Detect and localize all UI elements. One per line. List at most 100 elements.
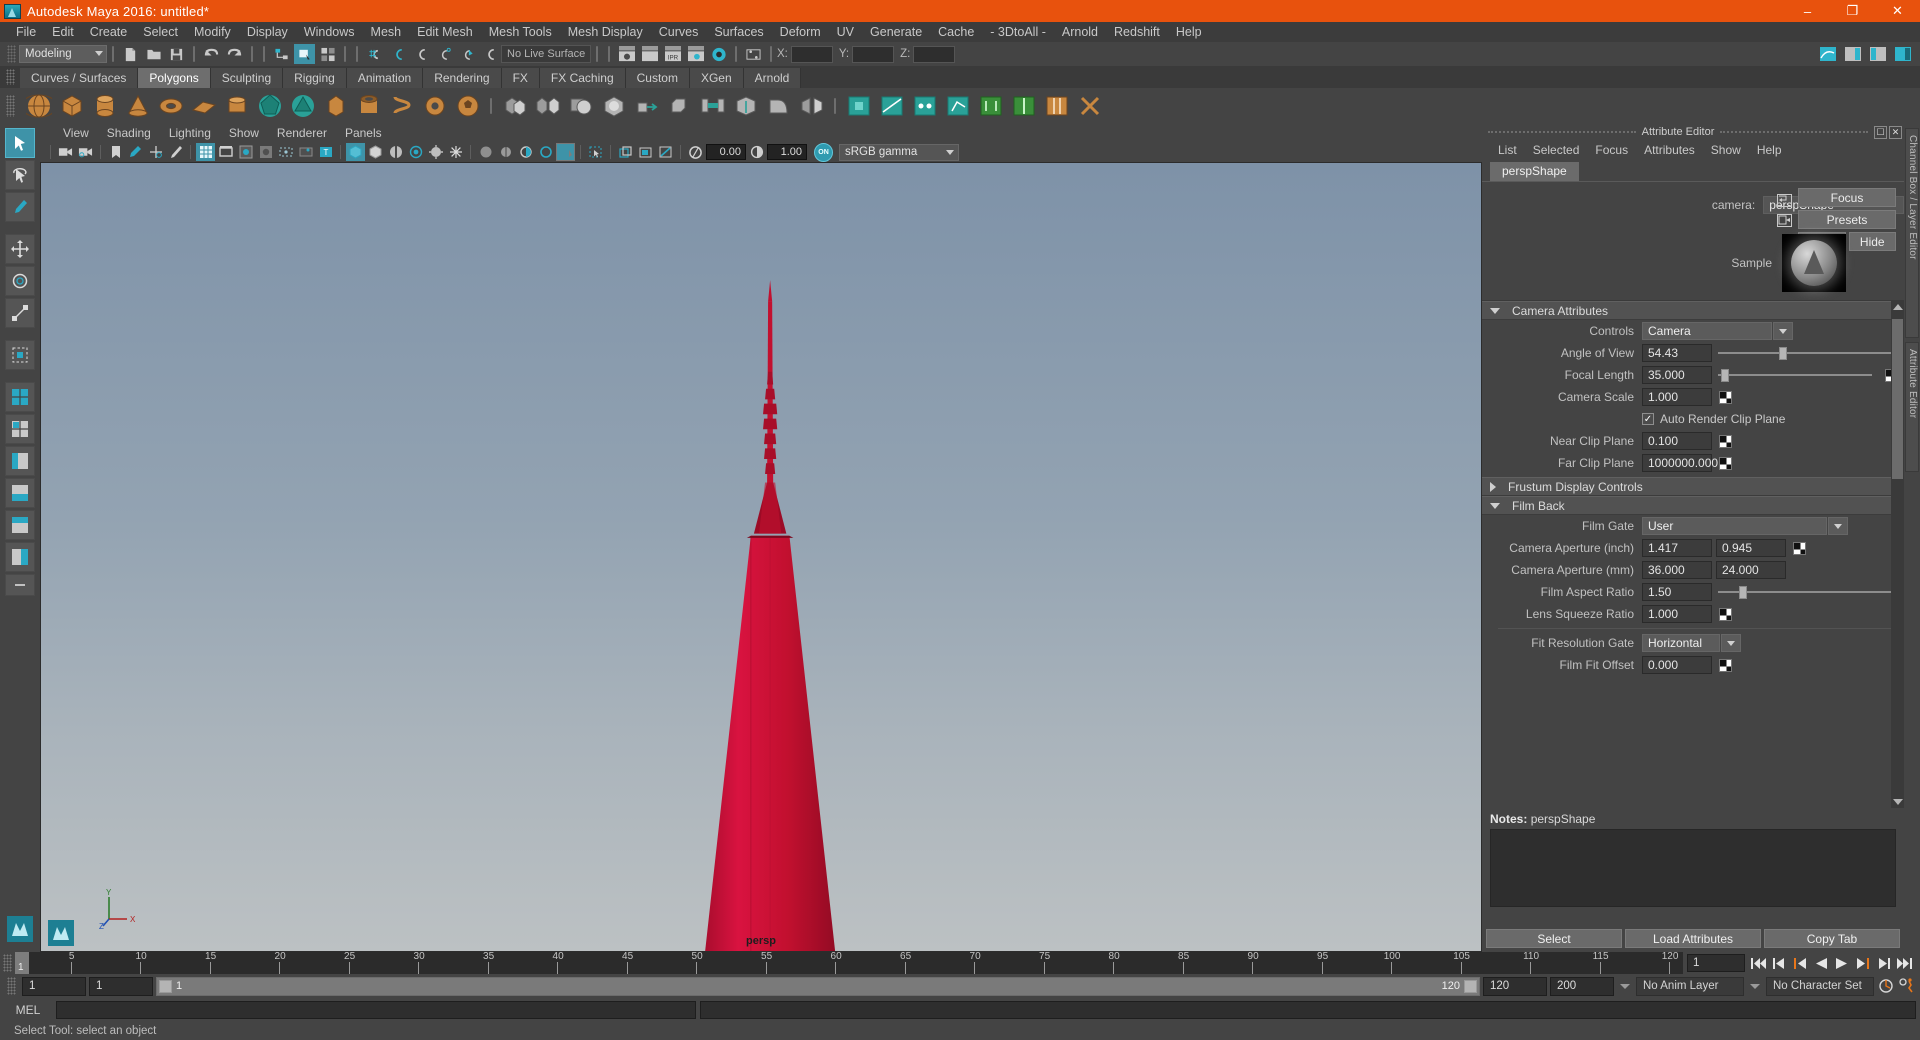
- quick-layout-persp-hypershade[interactable]: [5, 510, 35, 540]
- multi-cut-icon[interactable]: [876, 91, 907, 122]
- vertical-tab-channel-box[interactable]: Channel Box / Layer Editor: [1905, 128, 1919, 338]
- time-slider-grip[interactable]: [3, 954, 12, 972]
- shelf-grip[interactable]: [6, 69, 15, 85]
- quick-layout-single-perspective[interactable]: [5, 382, 35, 412]
- menu-file[interactable]: File: [8, 22, 44, 42]
- playback-options-caret[interactable]: [1617, 977, 1633, 996]
- controls-dropdown[interactable]: Camera: [1642, 322, 1772, 340]
- redo-icon[interactable]: [224, 44, 245, 64]
- command-input-field[interactable]: [56, 1001, 696, 1019]
- film-fit-offset-input[interactable]: 0.000: [1642, 656, 1712, 674]
- select-by-component-icon[interactable]: [317, 44, 338, 64]
- poly-cylinder-icon[interactable]: [89, 91, 120, 122]
- bookmark-icon[interactable]: [106, 143, 125, 161]
- playback-start-time-field[interactable]: 1: [89, 976, 153, 996]
- select-button[interactable]: Select: [1486, 929, 1622, 948]
- all-lights-icon[interactable]: [426, 143, 445, 161]
- grease-pencil-icon[interactable]: [166, 143, 185, 161]
- camera-aperture-mm-x[interactable]: 36.000: [1642, 561, 1712, 579]
- shelf-tab-sculpting[interactable]: Sculpting: [210, 68, 284, 88]
- safe-title-icon[interactable]: T: [316, 143, 335, 161]
- fill-hole-icon[interactable]: [843, 91, 874, 122]
- ipr-start-icon[interactable]: IPR: [662, 44, 683, 64]
- play-forwards-icon[interactable]: [1833, 954, 1851, 972]
- save-scene-icon[interactable]: [166, 44, 187, 64]
- film-fit-offset-map-button[interactable]: [1719, 658, 1732, 672]
- display-smooth-shade-icon[interactable]: [636, 143, 655, 161]
- live-surface-field[interactable]: No Live Surface: [501, 45, 591, 63]
- camera-scale-map-button[interactable]: [1719, 390, 1732, 404]
- rotate-tool[interactable]: [5, 266, 35, 296]
- shelf-tab-arnold[interactable]: Arnold: [743, 68, 802, 88]
- construction-history-icon[interactable]: [743, 44, 764, 64]
- soft-modification-tool[interactable]: [5, 340, 35, 370]
- command-output-field[interactable]: [700, 1001, 1916, 1019]
- attribute-scrollbar[interactable]: [1891, 301, 1904, 808]
- menu-cache[interactable]: Cache: [930, 22, 982, 42]
- animation-start-time-field[interactable]: 1: [22, 976, 86, 996]
- viewport-menu-renderer[interactable]: Renderer: [268, 126, 336, 140]
- fit-resolution-gate-dropdown[interactable]: Horizontal: [1642, 634, 1720, 652]
- poly-platonic-icon[interactable]: [254, 91, 285, 122]
- hypershade-icon[interactable]: [708, 44, 729, 64]
- xray-joints-icon[interactable]: [366, 143, 385, 161]
- two-d-pan-zoom-icon[interactable]: [146, 143, 165, 161]
- display-wireframe-icon[interactable]: [616, 143, 635, 161]
- attribute-scroll-area[interactable]: Camera Attributes Controls Camera Angle …: [1482, 300, 1904, 808]
- vertical-tab-attribute-editor[interactable]: Attribute Editor: [1905, 342, 1919, 472]
- xray-toggle-icon[interactable]: [346, 143, 365, 161]
- append-icon[interactable]: [730, 91, 761, 122]
- default-light-icon[interactable]: [406, 143, 425, 161]
- film-gate-dropdown[interactable]: User: [1642, 517, 1827, 535]
- ipr-render-icon[interactable]: [639, 44, 660, 64]
- menu-arnold[interactable]: Arnold: [1054, 22, 1106, 42]
- focal-length-slider[interactable]: [1718, 366, 1872, 384]
- menu-modify[interactable]: Modify: [186, 22, 239, 42]
- command-language-label[interactable]: MEL: [4, 1003, 52, 1017]
- range-slider-grip[interactable]: [7, 977, 16, 995]
- ae-menu-attributes[interactable]: Attributes: [1636, 143, 1703, 157]
- select-tool[interactable]: [5, 128, 35, 158]
- bridge-icon[interactable]: [697, 91, 728, 122]
- resolution-gate-icon[interactable]: [236, 143, 255, 161]
- angle-of-view-slider[interactable]: [1718, 344, 1892, 362]
- open-scene-icon[interactable]: [143, 44, 164, 64]
- attribute-editor-toggle-icon[interactable]: [1842, 44, 1863, 64]
- lasso-select-tool[interactable]: [5, 160, 35, 190]
- controls-dropdown-arrow[interactable]: [1773, 322, 1793, 340]
- menu-deform[interactable]: Deform: [772, 22, 829, 42]
- step-back-frame-icon[interactable]: [1770, 954, 1788, 972]
- film-gate-dropdown-arrow[interactable]: [1828, 517, 1848, 535]
- isolate-select-region-icon[interactable]: [586, 143, 605, 161]
- viewport-menu-panels[interactable]: Panels: [336, 126, 391, 140]
- poly-sphere-icon[interactable]: [23, 91, 54, 122]
- ae-menu-focus[interactable]: Focus: [1587, 143, 1636, 157]
- gamma-icon[interactable]: [747, 143, 766, 161]
- xray-active-components-icon[interactable]: [386, 143, 405, 161]
- current-frame-field[interactable]: 1: [1687, 954, 1745, 972]
- quick-layout-persp-outliner[interactable]: [5, 446, 35, 476]
- menu-redshift[interactable]: Redshift: [1106, 22, 1168, 42]
- range-left-handle[interactable]: [159, 979, 172, 993]
- select-by-object-icon[interactable]: [294, 44, 315, 64]
- snap-to-grid-icon[interactable]: [364, 44, 385, 64]
- scroll-down-arrow-icon[interactable]: [1893, 799, 1903, 805]
- anim-layer-caret[interactable]: [1747, 977, 1763, 996]
- menuset-mode-dropdown[interactable]: Modeling: [19, 45, 107, 63]
- section-film-back[interactable]: Film Back: [1482, 496, 1904, 515]
- safe-action-icon[interactable]: [296, 143, 315, 161]
- display-textures-icon[interactable]: [656, 143, 675, 161]
- quick-layout-expand[interactable]: [5, 574, 35, 596]
- menu-select[interactable]: Select: [135, 22, 186, 42]
- node-tab-perspshape[interactable]: perspShape: [1490, 162, 1579, 181]
- anim-layer-combo[interactable]: No Anim Layer: [1636, 976, 1744, 996]
- auto-render-clip-plane-checkbox[interactable]: ✓: [1642, 413, 1654, 425]
- go-to-start-icon[interactable]: [1749, 954, 1767, 972]
- ae-menu-list[interactable]: List: [1490, 143, 1525, 157]
- character-set-combo[interactable]: No Character Set: [1766, 976, 1874, 996]
- shelf-tab-animation[interactable]: Animation: [346, 68, 424, 88]
- separate-icon[interactable]: [532, 91, 563, 122]
- exposure-icon[interactable]: [686, 143, 705, 161]
- quick-layout-persp-uv[interactable]: [5, 542, 35, 572]
- snap-to-point-icon[interactable]: [410, 44, 431, 64]
